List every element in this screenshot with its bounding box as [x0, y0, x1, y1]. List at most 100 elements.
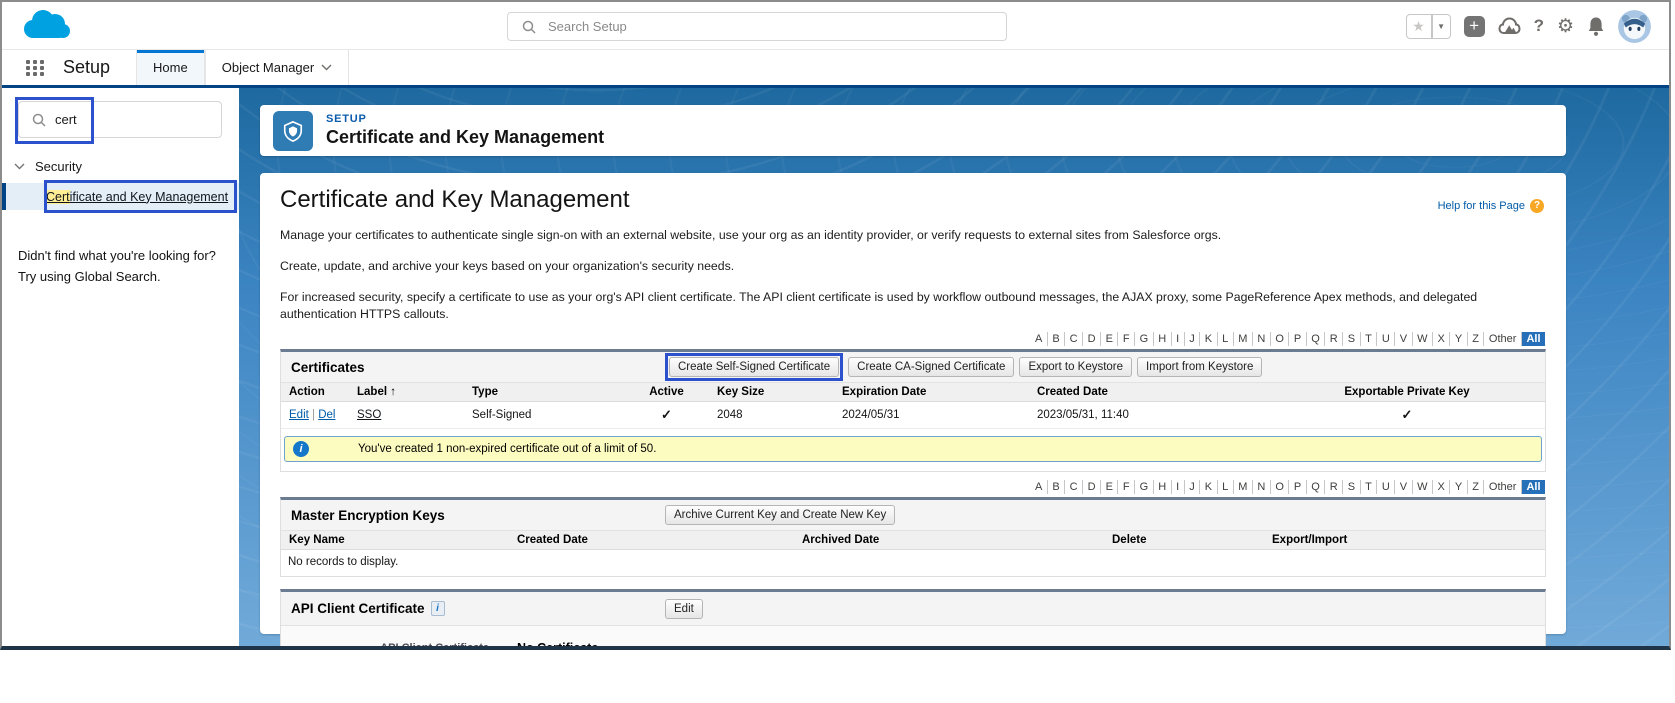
index-link-j[interactable]: J — [1184, 480, 1201, 495]
index-link-r[interactable]: R — [1325, 332, 1344, 347]
archive-current-key-button[interactable]: Archive Current Key and Create New Key — [665, 505, 896, 526]
quick-find-input[interactable] — [55, 112, 155, 127]
index-link-b[interactable]: B — [1047, 332, 1066, 347]
index-link-i[interactable]: I — [1171, 332, 1185, 347]
index-link-k[interactable]: K — [1200, 480, 1218, 495]
index-link-s[interactable]: S — [1343, 480, 1361, 495]
tab-object-manager[interactable]: Object Manager — [204, 50, 350, 85]
gear-icon[interactable]: ⚙ — [1557, 15, 1574, 38]
tree-item-certificate-and-key-management[interactable]: Certificate and Key Management — [2, 180, 239, 213]
index-link-v[interactable]: V — [1395, 480, 1413, 495]
help-icon[interactable]: ? — [1534, 16, 1544, 36]
index-link-z[interactable]: Z — [1467, 480, 1485, 495]
app-launcher-waffle-icon[interactable] — [26, 59, 45, 76]
tab-home[interactable]: Home — [136, 50, 205, 85]
index-link-p[interactable]: P — [1289, 332, 1307, 347]
index-link-b[interactable]: B — [1047, 480, 1066, 495]
index-link-y[interactable]: Y — [1450, 480, 1468, 495]
bell-icon[interactable] — [1587, 16, 1605, 37]
index-link-m[interactable]: M — [1233, 332, 1253, 347]
index-link-e[interactable]: E — [1101, 480, 1119, 495]
export-to-keystore-button[interactable]: Export to Keystore — [1019, 357, 1133, 378]
index-link-m[interactable]: M — [1233, 480, 1253, 495]
edit-link[interactable]: Edit — [289, 409, 309, 421]
index-link-i[interactable]: I — [1171, 480, 1185, 495]
help-badge-icon[interactable]: ? — [1530, 199, 1544, 213]
col-label[interactable]: Label ↑ — [349, 383, 464, 403]
index-link-e[interactable]: E — [1101, 332, 1119, 347]
index-link-u[interactable]: U — [1377, 480, 1396, 495]
avatar[interactable] — [1618, 9, 1651, 43]
index-link-r[interactable]: R — [1325, 480, 1344, 495]
index-link-h[interactable]: H — [1153, 480, 1172, 495]
del-link[interactable]: Del — [318, 409, 335, 421]
index-link-w[interactable]: W — [1412, 480, 1433, 495]
index-link-x[interactable]: X — [1433, 332, 1451, 347]
col-key-name[interactable]: Key Name — [281, 531, 509, 551]
quick-find-box — [15, 97, 222, 144]
import-from-keystore-button[interactable]: Import from Keystore — [1137, 357, 1263, 378]
index-link-f[interactable]: F — [1118, 332, 1136, 347]
index-link-t[interactable]: T — [1360, 332, 1378, 347]
index-link-other[interactable]: Other — [1484, 332, 1522, 347]
index-link-k[interactable]: K — [1200, 332, 1218, 347]
index-link-g[interactable]: G — [1135, 332, 1154, 347]
trailhead-icon[interactable] — [1498, 16, 1521, 36]
index-link-f[interactable]: F — [1118, 480, 1136, 495]
global-search-input[interactable] — [548, 19, 968, 34]
index-link-h[interactable]: H — [1153, 332, 1172, 347]
index-link-n[interactable]: N — [1252, 480, 1271, 495]
index-link-all[interactable]: All — [1521, 480, 1545, 495]
col-expiration-date[interactable]: Expiration Date — [834, 383, 1029, 403]
index-link-d[interactable]: D — [1083, 332, 1102, 347]
index-link-other[interactable]: Other — [1484, 480, 1522, 495]
index-link-l[interactable]: L — [1217, 332, 1234, 347]
favorite-star-button[interactable]: ★ — [1405, 13, 1432, 39]
index-link-o[interactable]: O — [1270, 480, 1290, 495]
index-link-a[interactable]: A — [1030, 332, 1048, 347]
col-exportable-private-key[interactable]: Exportable Private Key — [1269, 383, 1545, 403]
index-link-c[interactable]: C — [1065, 480, 1084, 495]
index-link-q[interactable]: Q — [1306, 332, 1326, 347]
col-key-size[interactable]: Key Size — [709, 383, 834, 403]
index-link-g[interactable]: G — [1135, 480, 1154, 495]
certificate-label-link[interactable]: SSO — [357, 409, 381, 421]
col-created-date[interactable]: Created Date — [1029, 383, 1269, 403]
index-link-a[interactable]: A — [1030, 480, 1048, 495]
col-created-date[interactable]: Created Date — [509, 531, 794, 551]
add-icon[interactable]: + — [1463, 15, 1485, 37]
index-link-j[interactable]: J — [1184, 332, 1201, 347]
index-link-t[interactable]: T — [1360, 480, 1378, 495]
col-archived-date[interactable]: Archived Date — [794, 531, 1104, 551]
index-link-v[interactable]: V — [1395, 332, 1413, 347]
col-action[interactable]: Action — [281, 383, 349, 403]
index-link-c[interactable]: C — [1065, 332, 1084, 347]
index-link-s[interactable]: S — [1343, 332, 1361, 347]
info-icon[interactable]: i — [430, 601, 445, 617]
index-link-o[interactable]: O — [1270, 332, 1290, 347]
sidebar-footer-text: Didn't find what you're looking for? Try… — [18, 248, 216, 284]
col-delete[interactable]: Delete — [1104, 531, 1264, 551]
index-link-l[interactable]: L — [1217, 480, 1234, 495]
col-active[interactable]: Active — [624, 383, 709, 403]
index-link-y[interactable]: Y — [1450, 332, 1468, 347]
help-for-page-link[interactable]: Help for this Page — [1438, 200, 1525, 212]
tree-group-security[interactable]: Security — [14, 159, 239, 174]
index-link-all[interactable]: All — [1521, 332, 1545, 347]
index-link-q[interactable]: Q — [1306, 480, 1326, 495]
api-cert-field-value: No Certificate — [517, 641, 599, 650]
index-link-w[interactable]: W — [1412, 332, 1433, 347]
index-link-u[interactable]: U — [1377, 332, 1396, 347]
index-link-x[interactable]: X — [1433, 480, 1451, 495]
setup-nav-bar: Setup Home Object Manager — [2, 50, 1669, 88]
index-link-p[interactable]: P — [1289, 480, 1307, 495]
index-link-z[interactable]: Z — [1467, 332, 1485, 347]
index-link-d[interactable]: D — [1083, 480, 1102, 495]
col-export-import[interactable]: Export/Import — [1264, 531, 1545, 551]
index-link-n[interactable]: N — [1252, 332, 1271, 347]
favorites-dropdown-button[interactable]: ▼ — [1431, 13, 1451, 39]
create-self-signed-certificate-button[interactable]: Create Self-Signed Certificate — [669, 357, 840, 378]
edit-api-cert-button[interactable]: Edit — [665, 598, 703, 619]
create-ca-signed-certificate-button[interactable]: Create CA-Signed Certificate — [848, 357, 1015, 378]
col-type[interactable]: Type — [464, 383, 624, 403]
